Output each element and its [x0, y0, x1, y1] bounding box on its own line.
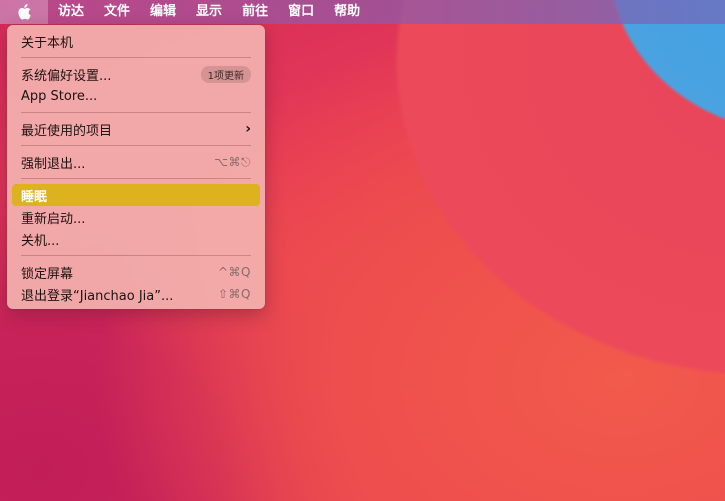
shortcut-text: ⇧⌘Q — [218, 287, 251, 301]
chevron-right-icon: › — [245, 121, 251, 137]
menu-separator — [21, 57, 251, 58]
menu-item-logout[interactable]: 退出登录“Jianchao Jia”... ⇧⌘Q — [12, 283, 260, 305]
menu-view[interactable]: 显示 — [186, 0, 232, 24]
menu-item-force-quit[interactable]: 强制退出... ⌥⌘⎋ — [12, 151, 260, 173]
menu-separator — [21, 178, 251, 179]
menu-item-label: 退出登录“Jianchao Jia”... — [21, 288, 174, 304]
menu-item-recent-items[interactable]: 最近使用的项目 › — [12, 118, 260, 140]
menu-edit[interactable]: 编辑 — [140, 0, 186, 24]
menu-help[interactable]: 帮助 — [324, 0, 370, 24]
menu-item-restart[interactable]: 重新启动... — [12, 206, 260, 228]
menu-separator — [21, 255, 251, 256]
menu-item-label: 关机... — [21, 233, 60, 249]
menu-item-lock-screen[interactable]: 锁定屏幕 ^⌘Q — [12, 261, 260, 283]
menu-separator — [21, 145, 251, 146]
menu-item-label: 睡眠 — [21, 189, 48, 205]
menu-separator — [21, 112, 251, 113]
menu-finder[interactable]: 访达 — [48, 0, 94, 24]
shortcut-text: ⌥⌘⎋ — [214, 154, 251, 169]
menu-item-label: App Store... — [21, 88, 98, 104]
menu-item-app-store[interactable]: App Store... — [12, 85, 260, 107]
apple-menu-button[interactable] — [0, 0, 48, 24]
shortcut-text: ^⌘Q — [218, 265, 251, 279]
menu-item-label: 强制退出... — [21, 156, 86, 172]
apple-dropdown-menu: 关于本机 系统偏好设置... 1项更新 App Store... 最近使用的项目… — [7, 25, 265, 309]
menu-item-sleep[interactable]: 睡眠 — [12, 184, 260, 206]
menu-item-label: 锁定屏幕 — [21, 266, 74, 282]
menu-item-label: 重新启动... — [21, 211, 86, 227]
update-badge: 1项更新 — [200, 65, 251, 83]
menu-item-shutdown[interactable]: 关机... — [12, 228, 260, 250]
apple-logo-icon — [18, 4, 31, 20]
menu-item-system-preferences[interactable]: 系统偏好设置... 1项更新 — [12, 63, 260, 85]
menu-go[interactable]: 前往 — [232, 0, 278, 24]
menu-window[interactable]: 窗口 — [278, 0, 324, 24]
menu-item-about[interactable]: 关于本机 — [12, 30, 260, 52]
menu-bar: 访达 文件 编辑 显示 前往 窗口 帮助 — [0, 0, 725, 24]
menu-item-label: 最近使用的项目 — [21, 123, 113, 139]
menu-file[interactable]: 文件 — [94, 0, 140, 24]
menu-item-label: 系统偏好设置... — [21, 68, 112, 84]
menu-item-label: 关于本机 — [21, 35, 74, 51]
